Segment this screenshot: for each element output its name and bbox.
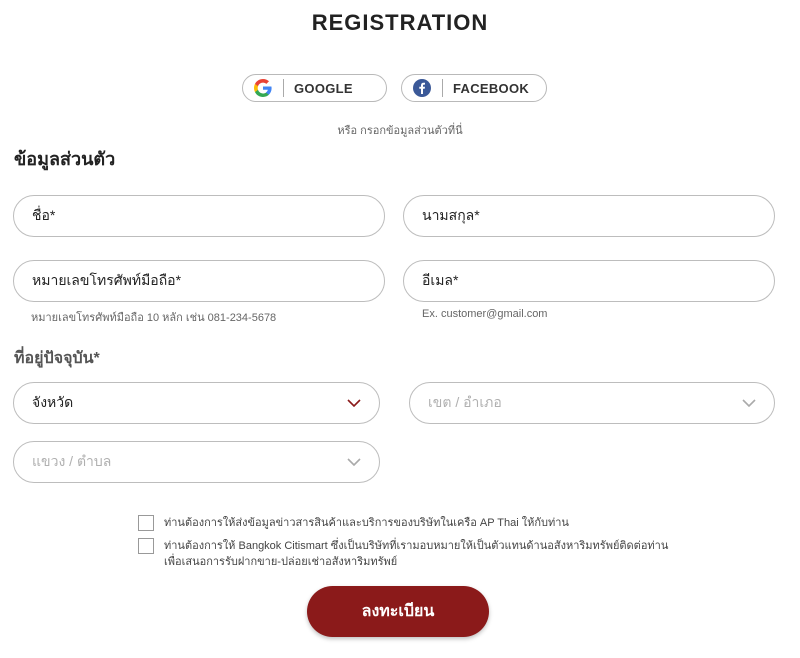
email-field[interactable]: อีเมล* (403, 260, 775, 302)
consent-text-ap-thai: ท่านต้องการให้ส่งข้อมูลข่าวสารสินค้าและบ… (164, 517, 569, 529)
district-select[interactable]: เขต / อำเภอ (409, 382, 775, 424)
email-hint: Ex. customer@gmail.com (422, 308, 548, 320)
register-button[interactable]: ลงทะเบียน (307, 586, 489, 637)
phone-placeholder: หมายเลขโทรศัพท์มือถือ* (32, 272, 182, 288)
province-value: จังหวัด (32, 394, 74, 410)
consent-row-citismart: ท่านต้องการให้ Bangkok Citismart ซึ่งเป็… (138, 538, 674, 570)
google-login-label: GOOGLE (294, 80, 353, 96)
chevron-down-icon (738, 392, 760, 414)
consent-row-ap-thai: ท่านต้องการให้ส่งข้อมูลข่าวสารสินค้าและบ… (138, 515, 674, 531)
phone-field[interactable]: หมายเลขโทรศัพท์มือถือ* (13, 260, 385, 302)
district-placeholder: เขต / อำเภอ (428, 394, 502, 410)
or-fill-manually-text: หรือ กรอกข้อมูลส่วนตัวที่นี่ (337, 125, 463, 137)
google-login-button[interactable]: GOOGLE (242, 74, 387, 102)
consent-text-citismart: ท่านต้องการให้ Bangkok Citismart ซึ่งเป็… (164, 538, 674, 570)
consent-text-citismart-line1: ท่านต้องการให้ Bangkok Citismart ซึ่งเป็… (164, 540, 669, 552)
facebook-login-button[interactable]: FACEBOOK (401, 74, 547, 102)
personal-info-heading: ข้อมูลส่วนตัว (14, 149, 116, 169)
consent-checkbox-citismart[interactable] (138, 538, 154, 554)
email-placeholder: อีเมล* (422, 272, 459, 288)
facebook-icon (402, 79, 442, 97)
first-name-field[interactable]: ชื่อ* (13, 195, 385, 237)
address-heading: ที่อยู่ปัจจุบัน* (14, 350, 100, 367)
last-name-field[interactable]: นามสกุล* (403, 195, 775, 237)
consent-checkbox-ap-thai[interactable] (138, 515, 154, 531)
facebook-login-label: FACEBOOK (453, 80, 530, 96)
google-icon (243, 79, 283, 97)
last-name-placeholder: นามสกุล* (422, 207, 480, 223)
chevron-down-icon (343, 392, 365, 414)
consent-text-citismart-line2: เพื่อเสนอการรับฝากขาย-ปล่อยเช่าอสังหาริม… (164, 556, 398, 568)
first-name-placeholder: ชื่อ* (32, 207, 56, 223)
phone-hint: หมายเลขโทรศัพท์มือถือ 10 หลัก เช่น 081-2… (31, 312, 277, 324)
province-select[interactable]: จังหวัด (13, 382, 380, 424)
subdistrict-select[interactable]: แขวง / ตำบล (13, 441, 380, 483)
chevron-down-icon (343, 451, 365, 473)
subdistrict-placeholder: แขวง / ตำบล (32, 453, 112, 469)
page-title: REGISTRATION (311, 10, 489, 35)
